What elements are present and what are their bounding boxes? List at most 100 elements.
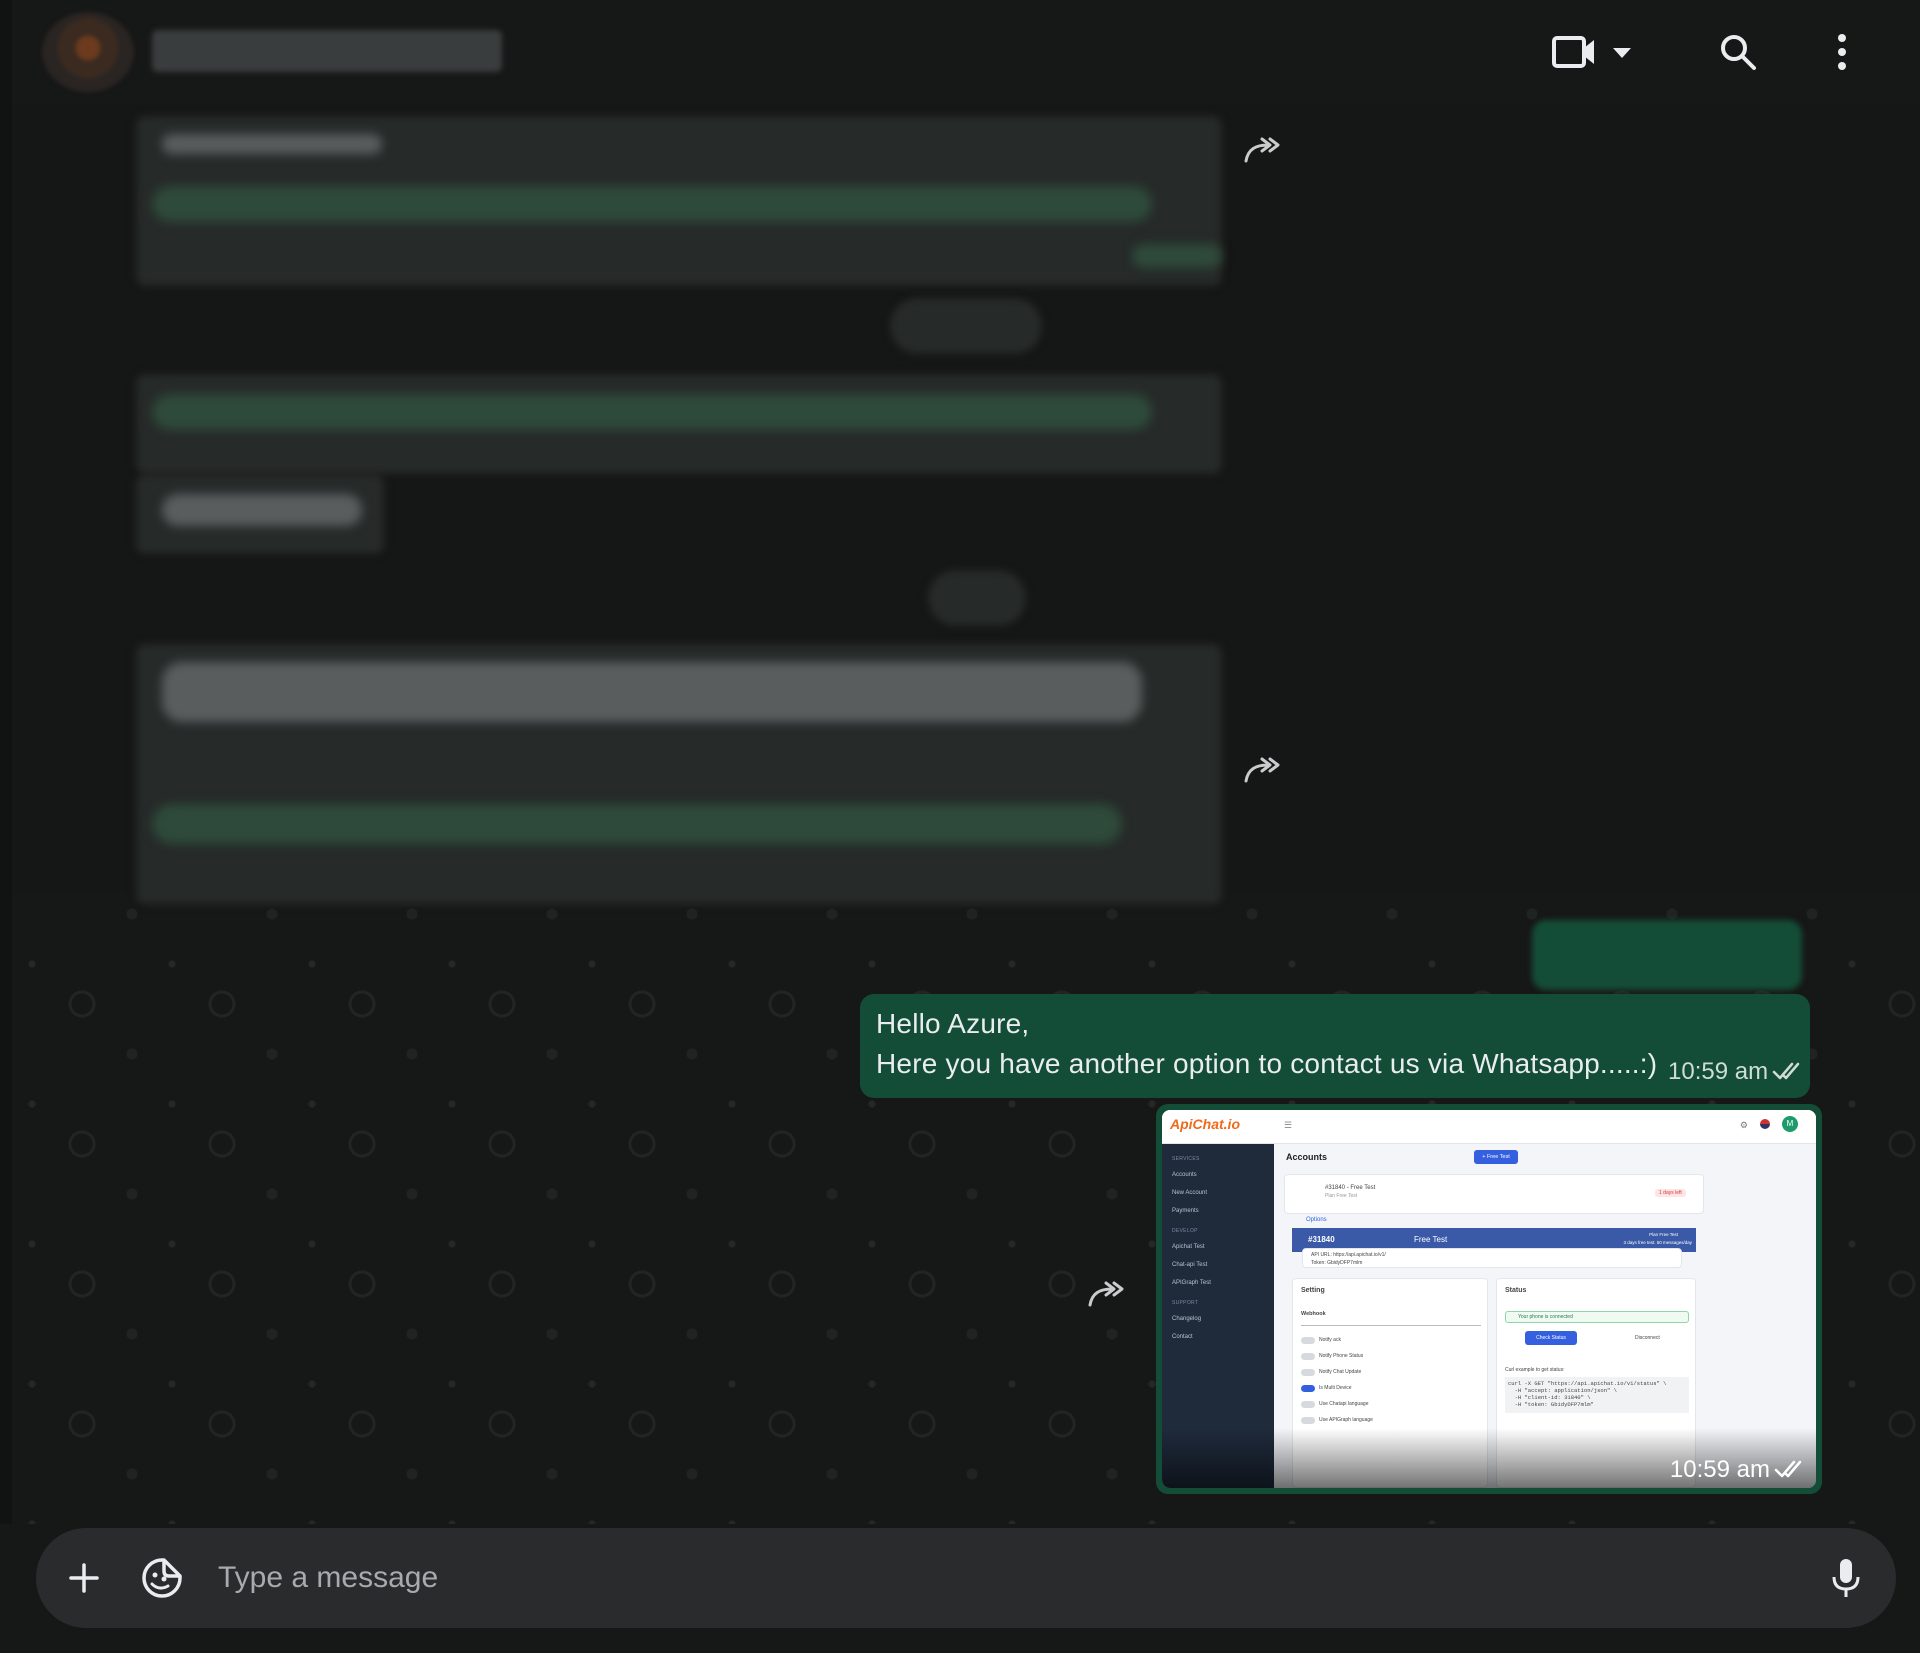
voice-message-button[interactable] xyxy=(1822,1554,1870,1602)
forward-button[interactable] xyxy=(1240,750,1284,790)
blurred-text xyxy=(152,394,1152,430)
contact-avatar[interactable] xyxy=(42,12,134,92)
message-time: 10:59 am xyxy=(1669,1456,1770,1483)
toggle-label: Notify Phone Status xyxy=(1319,1353,1364,1359)
forward-icon xyxy=(1244,137,1280,163)
api-token: Token: GbidyDFP7mlm xyxy=(1311,1260,1363,1266)
account-sub: Plan Free Test xyxy=(1325,1193,1358,1199)
sidebar-item: Chat-api Test xyxy=(1172,1262,1208,1268)
sidebar-heading: DEVELOP xyxy=(1172,1228,1198,1234)
video-call-icon xyxy=(1552,36,1631,68)
hamburger-icon: ☰ xyxy=(1284,1120,1293,1130)
blurred-text xyxy=(152,186,1152,222)
toggle xyxy=(1301,1385,1315,1392)
banner-right: Plan Free Test xyxy=(1649,1232,1678,1237)
blurred-text xyxy=(152,804,1122,844)
status-title: Status xyxy=(1505,1287,1527,1294)
composer xyxy=(36,1528,1896,1628)
toggle-label: Is Multi Device xyxy=(1319,1385,1352,1391)
curl-label: Curl example to get status: xyxy=(1505,1367,1565,1373)
chat-header xyxy=(12,0,1920,104)
toggle-label: Notify ack xyxy=(1319,1337,1341,1343)
free-test-button: + Free Test xyxy=(1474,1150,1518,1164)
toggle xyxy=(1301,1337,1315,1344)
menu-icon xyxy=(1838,34,1846,70)
curl-code: curl -X GET "https://api.apichat.io/v1/s… xyxy=(1505,1377,1689,1413)
whatsapp-chat-window: Hello Azure, Here you have another optio… xyxy=(0,0,1920,1653)
blurred-messages xyxy=(12,104,1920,904)
webhook-input xyxy=(1301,1325,1481,1326)
sidebar-heading: SERVICES xyxy=(1172,1156,1200,1162)
search-icon xyxy=(1721,35,1756,70)
attach-button[interactable] xyxy=(60,1554,108,1602)
microphone-icon xyxy=(1832,1559,1860,1597)
api-info: API URL: https://api.apichat.io/v1/ Toke… xyxy=(1302,1248,1682,1268)
sidebar-item: Accounts xyxy=(1172,1172,1197,1178)
setting-title: Setting xyxy=(1301,1287,1325,1294)
outgoing-message[interactable]: Hello Azure, Here you have another optio… xyxy=(860,994,1810,1098)
disconnect-button: Disconnect xyxy=(1635,1335,1660,1341)
message-line: Here you have another option to contact … xyxy=(876,1048,1658,1079)
page-title: Accounts xyxy=(1286,1152,1328,1162)
message-input[interactable] xyxy=(218,1552,1768,1604)
message-line: Hello Azure, xyxy=(876,1008,1030,1039)
banner-plan: Free Test xyxy=(1414,1235,1448,1244)
video-call-button[interactable] xyxy=(1550,26,1640,78)
blurred-text xyxy=(162,494,362,526)
account-card: #31840 - Free Test Plan Free Test 1 days… xyxy=(1284,1174,1704,1214)
blurred-text xyxy=(162,134,382,154)
plus-icon xyxy=(69,1563,99,1593)
message-time: 10:59 am xyxy=(1668,1058,1769,1085)
flag-icon xyxy=(1760,1119,1770,1129)
avatar: M xyxy=(1782,1116,1798,1132)
screenshot-logo: ApiChat.io xyxy=(1170,1116,1240,1132)
check-status-button: Check Status xyxy=(1525,1331,1577,1345)
toggle-label: Use Chatapi language xyxy=(1319,1401,1369,1407)
options-link: Options xyxy=(1306,1217,1327,1223)
contact-name[interactable] xyxy=(152,30,502,72)
blurred-text xyxy=(162,662,1142,722)
forward-button[interactable] xyxy=(1240,130,1284,170)
banner-id: #31840 xyxy=(1308,1235,1335,1244)
left-panel-edge xyxy=(0,0,12,1653)
api-url: API URL: https://api.apichat.io/v1/ xyxy=(1311,1252,1386,1258)
blurred-bubble xyxy=(890,298,1042,354)
sidebar-item: Changelog xyxy=(1172,1316,1202,1322)
account-label: #31840 - Free Test xyxy=(1325,1185,1376,1191)
read-ticks-icon xyxy=(1772,1062,1800,1080)
days-left-badge: 1 days left xyxy=(1655,1189,1686,1197)
toggle xyxy=(1301,1401,1315,1408)
toggle-label: Use APIGraph language xyxy=(1319,1417,1373,1423)
status-box: Your phone is connected xyxy=(1505,1311,1689,1323)
chevron-down-icon xyxy=(1613,48,1631,58)
sidebar-item: Apichat Test xyxy=(1172,1244,1205,1250)
image-attachment[interactable]: ApiChat.io ☰ ⚙ M SERVICES Accounts New A… xyxy=(1162,1110,1816,1488)
banner-right: 3 days free test. 50 messages/day xyxy=(1623,1240,1692,1245)
composer-area xyxy=(0,1524,1920,1653)
sidebar-item: Payments xyxy=(1172,1208,1199,1214)
search-button[interactable] xyxy=(1712,26,1764,78)
menu-button[interactable] xyxy=(1822,26,1862,78)
blurred-bubble xyxy=(928,570,1026,626)
toggle xyxy=(1301,1369,1315,1376)
forward-icon xyxy=(1088,1281,1124,1307)
toggle xyxy=(1301,1417,1315,1424)
screenshot-topbar: ApiChat.io ☰ ⚙ M xyxy=(1162,1110,1816,1144)
toggle xyxy=(1301,1353,1315,1360)
gear-icon: ⚙ xyxy=(1739,1120,1748,1130)
sidebar-item: APIGraph Test xyxy=(1172,1280,1211,1286)
sidebar-heading: SUPPORT xyxy=(1172,1300,1199,1306)
blurred-text xyxy=(1132,244,1222,268)
forward-icon xyxy=(1244,757,1280,783)
blurred-outgoing-bubble xyxy=(1532,920,1802,990)
sidebar-item: New Account xyxy=(1172,1190,1208,1196)
toggle-label: Notify Chat Update xyxy=(1319,1369,1362,1375)
message-list[interactable]: Hello Azure, Here you have another optio… xyxy=(12,104,1920,1524)
webhook-label: Webhook xyxy=(1301,1311,1326,1317)
outgoing-image-message[interactable]: ApiChat.io ☰ ⚙ M SERVICES Accounts New A… xyxy=(1156,1104,1822,1494)
forward-button[interactable] xyxy=(1084,1274,1128,1314)
sticker-icon xyxy=(142,1558,182,1598)
sidebar-item: Contact xyxy=(1172,1334,1193,1340)
sticker-button[interactable] xyxy=(138,1554,186,1602)
read-ticks-icon xyxy=(1774,1460,1802,1478)
